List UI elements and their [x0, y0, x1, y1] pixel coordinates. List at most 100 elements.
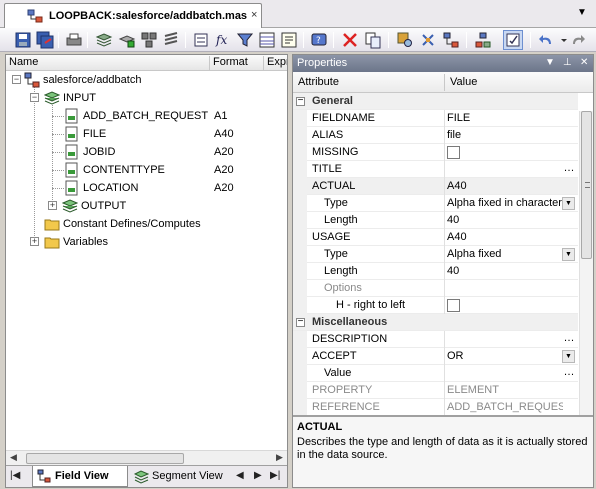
expand-variables-icon[interactable]: +: [30, 237, 39, 246]
collapse-category-icon[interactable]: −: [296, 96, 305, 106]
property-value[interactable]: 40: [447, 212, 563, 228]
tree-field[interactable]: LOCATION: [64, 179, 138, 197]
property-row[interactable]: REFERENCE ADD_BATCH_REQUEST: [293, 399, 578, 415]
property-row[interactable]: DESCRIPTION …: [293, 331, 578, 348]
print-icon[interactable]: [65, 31, 83, 49]
collapse-root-icon[interactable]: −: [12, 75, 21, 84]
missing-checkbox[interactable]: [447, 146, 460, 159]
search-icon[interactable]: [396, 31, 414, 49]
expand-output-icon[interactable]: +: [48, 201, 57, 210]
undo-dropdown-icon[interactable]: [555, 31, 567, 49]
property-value[interactable]: A40: [447, 178, 563, 194]
property-row[interactable]: ACCEPT OR ▼: [293, 348, 578, 365]
panel-menu-icon[interactable]: ▼: [545, 57, 555, 68]
property-row[interactable]: Length 40: [293, 263, 578, 280]
description-title: ACTUAL: [297, 421, 343, 433]
tree-segment-input[interactable]: INPUT: [44, 89, 96, 107]
copy-icon[interactable]: [364, 31, 382, 49]
undo-icon[interactable]: [538, 31, 556, 49]
properties-vertical-scrollbar[interactable]: [579, 111, 593, 415]
ellipsis-button[interactable]: …: [561, 365, 577, 381]
tree-constant-defines[interactable]: Constant Defines/Computes: [44, 215, 201, 233]
tab-segment-view[interactable]: Segment View: [130, 466, 228, 487]
property-value[interactable]: [447, 161, 563, 177]
scroll-right-icon[interactable]: ▶: [276, 452, 283, 463]
first-tab-icon[interactable]: |◀: [10, 470, 20, 481]
properties-icon[interactable]: [503, 30, 523, 50]
join-icon[interactable]: [442, 31, 460, 49]
property-value[interactable]: file: [447, 127, 563, 143]
tree-icon[interactable]: [419, 31, 437, 49]
property-value[interactable]: Alpha fixed in character: [447, 195, 563, 211]
field-icon[interactable]: [118, 31, 136, 49]
property-row[interactable]: FIELDNAME FILE: [293, 110, 578, 127]
tree-root[interactable]: salesforce/addbatch: [24, 71, 141, 89]
property-row[interactable]: PROPERTY ELEMENT: [293, 382, 578, 399]
property-row[interactable]: ALIAS file: [293, 127, 578, 144]
property-row[interactable]: Options: [293, 280, 578, 297]
save-icon[interactable]: [14, 31, 32, 49]
dropdown-arrow-icon[interactable]: ▼: [562, 197, 575, 210]
dialog-icon[interactable]: [280, 31, 298, 49]
column-format[interactable]: Format: [210, 56, 264, 70]
pin-icon[interactable]: ⊥: [563, 57, 572, 68]
define-icon[interactable]: [192, 31, 210, 49]
right-to-left-checkbox[interactable]: [447, 299, 460, 312]
property-row[interactable]: Value …: [293, 365, 578, 382]
save-all-icon[interactable]: [36, 31, 54, 49]
next-tab-icon[interactable]: ▶: [254, 470, 262, 481]
column-expr[interactable]: Expr: [264, 56, 287, 70]
ellipsis-button[interactable]: …: [561, 161, 577, 177]
property-value[interactable]: 40: [447, 263, 563, 279]
tree-field[interactable]: FILE: [64, 125, 106, 143]
property-row[interactable]: Length 40: [293, 212, 578, 229]
delete-icon[interactable]: [341, 31, 359, 49]
tab-menu-icon[interactable]: ▼: [577, 7, 587, 18]
property-row[interactable]: Type Alpha fixed ▼: [293, 246, 578, 263]
ellipsis-button[interactable]: …: [561, 331, 577, 347]
collapse-category-icon[interactable]: −: [296, 317, 305, 327]
document-tab[interactable]: LOOPBACK:salesforce/addbatch.mas ×: [4, 3, 262, 28]
collapse-input-icon[interactable]: −: [30, 93, 39, 102]
fx-icon[interactable]: fx: [214, 31, 232, 49]
property-row[interactable]: USAGE A40: [293, 229, 578, 246]
property-row[interactable]: Type Alpha fixed in character ▼: [293, 195, 578, 212]
prev-tab-icon[interactable]: ◀: [236, 470, 244, 481]
tree-variables[interactable]: Variables: [44, 233, 108, 251]
scroll-left-icon[interactable]: ◀: [10, 452, 17, 463]
column-name[interactable]: Name: [6, 56, 210, 70]
property-row-selected[interactable]: ACTUAL A40: [293, 178, 578, 195]
property-row[interactable]: TITLE …: [293, 161, 578, 178]
redo-icon[interactable]: [568, 31, 586, 49]
tree-field[interactable]: JOBID: [64, 143, 115, 161]
property-value[interactable]: OR: [447, 348, 563, 364]
property-value[interactable]: [447, 365, 563, 381]
dropdown-arrow-icon[interactable]: ▼: [562, 350, 575, 363]
help-icon[interactable]: ?: [310, 31, 328, 49]
property-row[interactable]: H - right to left: [293, 297, 578, 314]
property-value[interactable]: [447, 331, 563, 347]
tree-horizontal-scrollbar[interactable]: ◀ ▶: [6, 450, 287, 465]
category-general[interactable]: − General: [293, 93, 578, 110]
scrollbar-thumb[interactable]: [26, 453, 184, 464]
hierarchy-icon[interactable]: [474, 31, 492, 49]
tree-segment-output[interactable]: OUTPUT: [62, 197, 126, 215]
property-row[interactable]: MISSING: [293, 144, 578, 161]
filter-icon[interactable]: [236, 31, 254, 49]
property-value[interactable]: A40: [447, 229, 563, 245]
close-tab-icon[interactable]: ×: [251, 9, 257, 21]
tree-field[interactable]: CONTENTTYPE: [64, 161, 165, 179]
property-value[interactable]: Alpha fixed: [447, 246, 563, 262]
segment-icon[interactable]: [95, 31, 113, 49]
category-miscellaneous[interactable]: − Miscellaneous: [293, 314, 578, 331]
scrollbar-thumb[interactable]: [581, 111, 592, 259]
tree-field[interactable]: ADD_BATCH_REQUEST: [64, 107, 208, 125]
property-value[interactable]: FILE: [447, 110, 563, 126]
last-tab-icon[interactable]: ▶|: [270, 470, 280, 481]
list-icon[interactable]: [162, 31, 180, 49]
tab-field-view[interactable]: Field View: [32, 466, 128, 487]
group-icon[interactable]: [140, 31, 158, 49]
dropdown-arrow-icon[interactable]: ▼: [562, 248, 575, 261]
close-panel-icon[interactable]: ✕: [580, 57, 588, 68]
table-icon[interactable]: [258, 31, 276, 49]
